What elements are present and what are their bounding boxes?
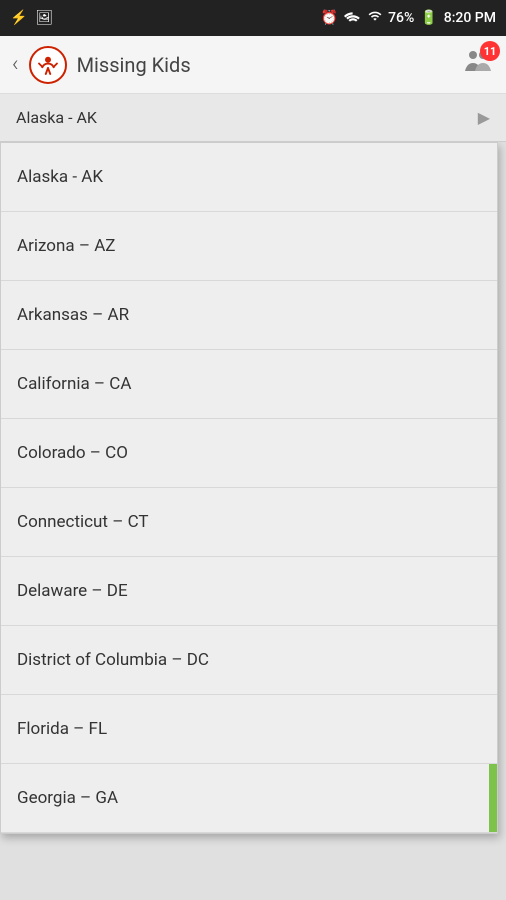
selected-state-text: Alaska - AK [16,108,478,127]
app-logo [29,46,67,84]
alarm-icon: ⏰ [321,10,338,26]
notification-badge: 11 [480,41,500,61]
state-selector[interactable]: Alaska - AK ▶ [0,94,506,142]
status-bar-left: ⚡ 🖼 [10,10,53,26]
app-title: Missing Kids [77,53,462,77]
list-item[interactable]: Delaware – DE [1,557,497,626]
status-bar: ⚡ 🖼 ⏰ 76% 🔋 8:20 PM [0,0,506,36]
list-item[interactable]: Florida – FL [1,695,497,764]
list-item[interactable]: Georgia – GA [1,764,497,833]
usb-icon: ⚡ [10,10,27,26]
state-dropdown-list: Alaska - AK Arizona – AZ Arkansas – AR C… [0,142,498,834]
back-button[interactable]: ‹ [12,52,19,77]
dropdown-arrow-icon: ▶ [478,108,490,127]
list-item[interactable]: Connecticut – CT [1,488,497,557]
notification-button[interactable]: 11 [462,45,494,84]
signal-icon [368,9,382,27]
battery-level: 76% [388,10,414,26]
image-icon: 🖼 [35,10,53,26]
list-item[interactable]: Arkansas – AR [1,281,497,350]
wifi-icon [344,9,362,27]
status-bar-right: ⏰ 76% 🔋 8:20 PM [321,9,496,27]
green-accent [489,764,497,832]
time-display: 8:20 PM [444,10,496,26]
battery-icon: 🔋 [420,10,437,26]
list-item[interactable]: California – CA [1,350,497,419]
list-item[interactable]: Colorado – CO [1,419,497,488]
list-item[interactable]: Alaska - AK [1,143,497,212]
app-bar: ‹ Missing Kids 11 [0,36,506,94]
list-item[interactable]: Arizona – AZ [1,212,497,281]
list-item[interactable]: District of Columbia – DC [1,626,497,695]
